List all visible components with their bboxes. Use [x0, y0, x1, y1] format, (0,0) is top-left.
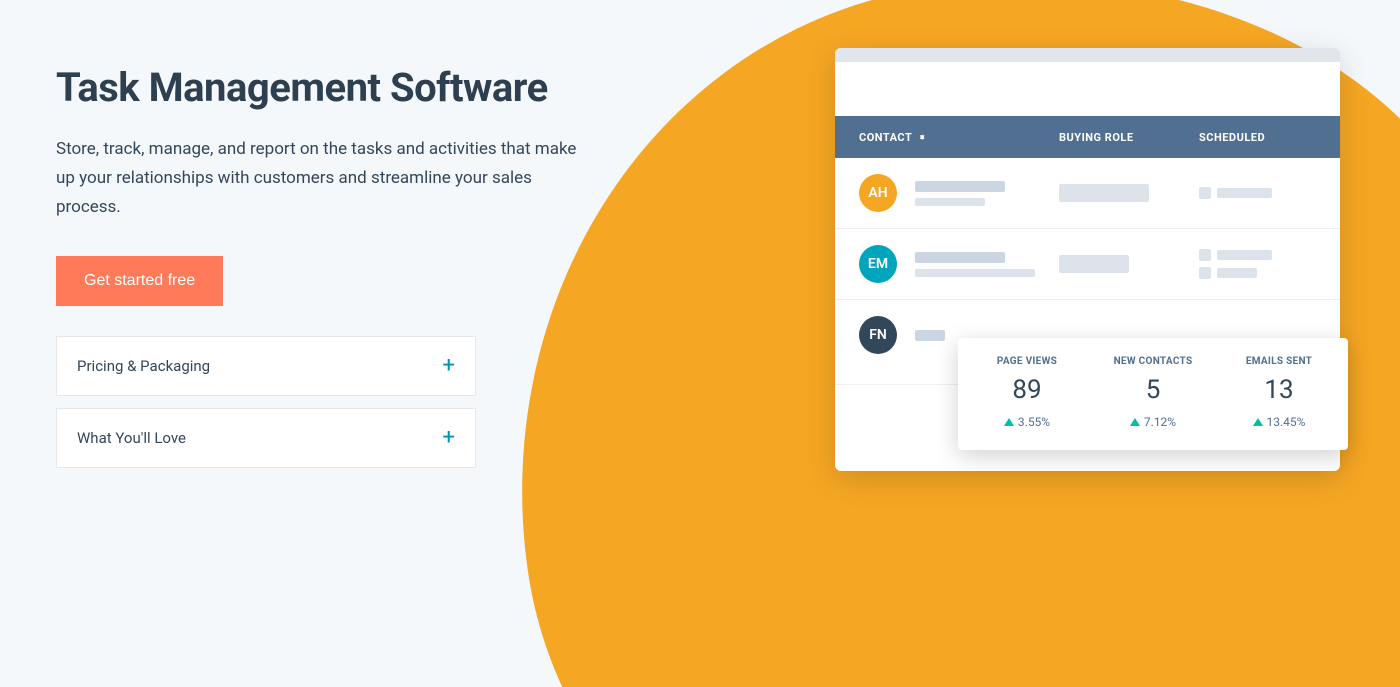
- stat-value: 13: [1216, 375, 1342, 405]
- placeholder-text: [915, 330, 945, 341]
- stat-emails-sent: EMAILS SENT 13 13.45%: [1216, 356, 1342, 430]
- accordion: Pricing & Packaging + What You'll Love +: [56, 336, 476, 468]
- stat-label: EMAILS SENT: [1216, 356, 1342, 367]
- product-preview-card: CONTACT ▲▼ BUYING ROLE SCHEDULED AH: [835, 48, 1340, 471]
- stat-page-views: PAGE VIEWS 89 3.55%: [964, 356, 1090, 430]
- column-header-contact[interactable]: CONTACT ▲▼: [859, 131, 1059, 144]
- page-title: Task Management Software: [56, 64, 616, 111]
- accordion-label: Pricing & Packaging: [77, 357, 210, 375]
- column-header-buying-role[interactable]: BUYING ROLE: [1059, 131, 1199, 144]
- avatar: EM: [859, 245, 897, 283]
- placeholder-text: [1217, 250, 1272, 260]
- stat-delta: 3.55%: [1018, 415, 1050, 429]
- column-header-label: BUYING ROLE: [1059, 131, 1134, 144]
- column-header-scheduled[interactable]: SCHEDULED: [1199, 131, 1316, 144]
- table-row[interactable]: AH: [835, 158, 1340, 229]
- placeholder-text: [915, 198, 985, 206]
- plus-icon: +: [443, 427, 455, 449]
- accordion-item-what-youll-love[interactable]: What You'll Love +: [56, 408, 476, 468]
- get-started-button[interactable]: Get started free: [56, 256, 223, 306]
- table-header-row: CONTACT ▲▼ BUYING ROLE SCHEDULED: [835, 116, 1340, 158]
- placeholder-text: [915, 181, 1005, 192]
- page-description: Store, track, manage, and report on the …: [56, 135, 586, 222]
- placeholder-box: [1059, 255, 1129, 273]
- stat-new-contacts: NEW CONTACTS 5 7.12%: [1090, 356, 1216, 430]
- avatar: AH: [859, 174, 897, 212]
- stat-value: 89: [964, 375, 1090, 405]
- window-chrome: [835, 48, 1340, 62]
- accordion-item-pricing[interactable]: Pricing & Packaging +: [56, 336, 476, 396]
- placeholder-text: [1217, 188, 1272, 198]
- stat-label: NEW CONTACTS: [1090, 356, 1216, 367]
- stat-value: 5: [1090, 375, 1216, 405]
- plus-icon: +: [443, 355, 455, 377]
- sort-icon: ▲▼: [918, 137, 926, 138]
- avatar: FN: [859, 316, 897, 354]
- calendar-icon: [1199, 249, 1211, 261]
- placeholder-text: [1217, 268, 1257, 278]
- stat-label: PAGE VIEWS: [964, 356, 1090, 367]
- column-header-label: CONTACT: [859, 131, 912, 144]
- up-arrow-icon: [1004, 418, 1014, 426]
- hero-section: Task Management Software Store, track, m…: [56, 64, 616, 480]
- stats-popover: PAGE VIEWS 89 3.55% NEW CONTACTS 5 7.12%…: [958, 338, 1348, 450]
- up-arrow-icon: [1130, 418, 1140, 426]
- calendar-icon: [1199, 187, 1211, 199]
- stat-delta: 7.12%: [1144, 415, 1176, 429]
- accordion-label: What You'll Love: [77, 429, 186, 447]
- up-arrow-icon: [1253, 418, 1263, 426]
- stat-delta: 13.45%: [1267, 415, 1306, 429]
- placeholder-box: [1059, 184, 1149, 202]
- placeholder-text: [915, 269, 1035, 277]
- placeholder-text: [915, 252, 1005, 263]
- column-header-label: SCHEDULED: [1199, 131, 1265, 144]
- table-row[interactable]: EM: [835, 229, 1340, 300]
- calendar-icon: [1199, 267, 1211, 279]
